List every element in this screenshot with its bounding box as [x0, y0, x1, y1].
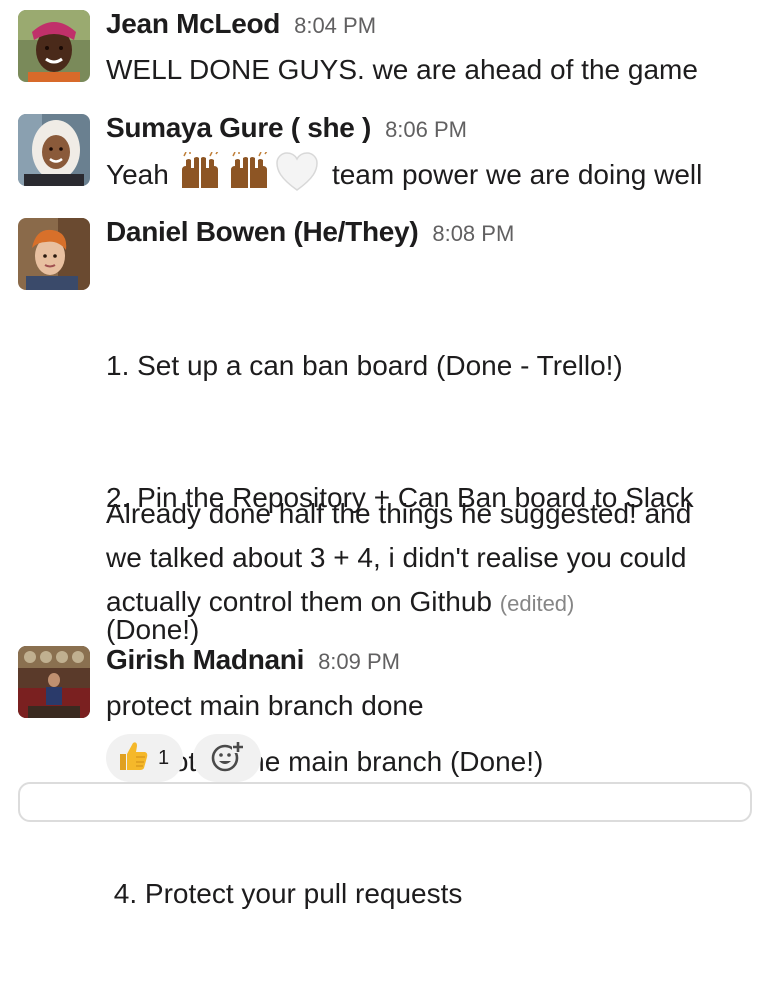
timestamp[interactable]: 8:04 PM	[294, 13, 376, 39]
message-text-start: Yeah	[106, 159, 169, 190]
avatar-jean-image	[18, 10, 90, 82]
message-text: WELL DONE GUYS. we are ahead of the game	[106, 48, 698, 92]
message-header: Sumaya Gure ( she ) 8:06 PM	[106, 112, 467, 144]
message-header: Daniel Bowen (He/They) 8:08 PM	[106, 216, 514, 248]
message-line: WELL DONE GUYS. we are ahead of the game	[106, 54, 698, 85]
raised-hands-icon[interactable]	[177, 150, 223, 205]
message-line: actually control them on Github	[106, 586, 492, 617]
add-reaction-icon	[210, 739, 245, 778]
message-header: Jean McLeod 8:04 PM	[106, 8, 376, 40]
message-text: 1. Set up a can ban board (Done - Trello…	[106, 256, 694, 1004]
avatar-jean[interactable]	[18, 10, 90, 82]
author-name[interactable]: Jean McLeod	[106, 8, 280, 40]
timestamp[interactable]: 8:06 PM	[385, 117, 467, 143]
message-line: Already done half the things he suggeste…	[106, 498, 692, 529]
white-heart-icon[interactable]	[276, 152, 318, 205]
avatar-girish[interactable]	[18, 646, 90, 718]
message-text: Yeah team power we are doing well	[106, 150, 703, 205]
avatar-girish-image	[18, 646, 90, 718]
author-name[interactable]: Daniel Bowen (He/They)	[106, 216, 419, 248]
message-text-end: team power we are doing well	[331, 159, 703, 190]
message-line: 4. Protect your pull requests	[106, 878, 463, 909]
avatar-daniel[interactable]	[18, 218, 90, 290]
message-text-followup: Already done half the things he suggeste…	[106, 492, 691, 626]
message-line-last: actually control them on Github (edited)	[106, 580, 691, 626]
timestamp[interactable]: 8:09 PM	[318, 649, 400, 675]
reaction-count: 1	[158, 746, 170, 769]
add-reaction-button[interactable]	[193, 734, 262, 782]
edited-label: (edited)	[499, 591, 575, 616]
message-composer[interactable]	[18, 782, 752, 822]
message-line: we talked about 3 + 4, i didn't realise …	[106, 542, 687, 573]
message-line: protect main branch done	[106, 690, 424, 721]
message-header: Girish Madnani 8:09 PM	[106, 644, 400, 676]
raised-hands-icon[interactable]	[226, 150, 272, 205]
thumbs-up-icon	[116, 739, 150, 778]
avatar-daniel-image	[18, 218, 90, 290]
avatar-sumaya-image	[18, 114, 90, 186]
reaction-thumbs-up[interactable]: 1	[106, 734, 184, 782]
avatar-sumaya[interactable]	[18, 114, 90, 186]
author-name[interactable]: Sumaya Gure ( she )	[106, 112, 371, 144]
message-text: protect main branch done	[106, 684, 424, 728]
author-name[interactable]: Girish Madnani	[106, 644, 304, 676]
timestamp[interactable]: 8:08 PM	[432, 221, 514, 247]
reaction-bar: 1	[106, 734, 262, 782]
message-line: 1. Set up a can ban board (Done - Trello…	[106, 350, 623, 381]
